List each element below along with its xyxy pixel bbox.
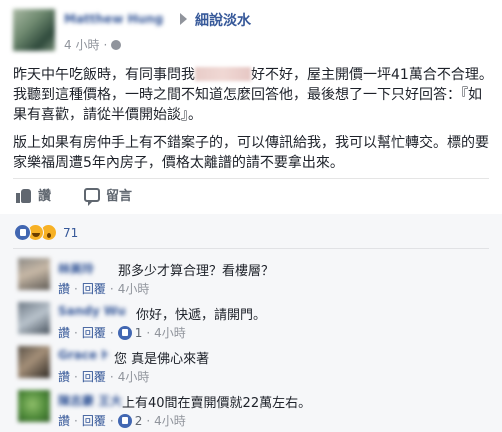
post-paragraph-1: 昨天中午吃飯時，有同事問我 好不好，屋主開價一坪41萬合不合理。我聽到這種價格，一… [13,65,495,125]
post-text: 昨天中午吃飯時，有同事問我 [13,67,195,83]
commenter-avatar[interactable] [18,390,50,422]
like-button[interactable]: 讚 [16,185,51,204]
comment-actions: 讚 · 回覆 · 2 · 4小時 [58,412,186,429]
comment-like-link[interactable]: 讚 [58,412,70,429]
commenter-name[interactable]: Grace Hu [58,348,108,362]
like-reaction-icon [14,224,31,241]
comment-like-link[interactable]: 讚 [58,280,70,297]
commenter-name[interactable]: 林美玲 [58,260,112,274]
comment-reply-link[interactable]: 回覆 [82,324,106,341]
shared-to-arrow-icon [180,13,187,25]
globe-icon[interactable] [111,39,122,50]
comment-bubble-icon [84,187,100,206]
reaction-summary[interactable]: 71 [14,224,78,241]
comment-reply-link[interactable]: 回覆 [82,412,106,429]
comment-label: 留言 [106,189,133,204]
comment-actions: 讚 · 回覆 · 1 · 4小時 [58,324,186,341]
author-avatar[interactable] [13,9,55,51]
comment-time[interactable]: 4小時 [154,324,186,341]
commenter-avatar[interactable] [18,258,50,290]
like-label: 讚 [38,189,52,204]
comment-like-link[interactable]: 讚 [58,368,70,385]
comment-reply-link[interactable]: 回覆 [82,280,106,297]
like-count-icon [117,413,132,428]
comment-actions: 讚 · 回覆 · 4小時 [58,280,150,297]
post-time[interactable]: 4 小時 [64,36,99,53]
comment-reply-link[interactable]: 回覆 [82,368,106,385]
post-meta: 4 小時 · [64,36,122,53]
comment-time[interactable]: 4小時 [118,280,150,297]
divider [13,248,489,249]
comment-text: 您 真是佛心來著 [114,352,210,367]
post-body: 昨天中午吃飯時，有同事問我 好不好，屋主開價一坪41萬合不合理。我聽到這種價格，一… [13,65,495,181]
group-name[interactable]: 細說淡水 [195,10,251,30]
comment-time[interactable]: 4小時 [154,412,186,429]
comment-button[interactable]: 留言 [84,185,133,206]
reaction-count[interactable]: 71 [63,226,78,240]
redacted-text [195,67,251,81]
commenter-avatar[interactable] [18,302,50,334]
comment-like-count[interactable]: 1 [135,326,143,340]
post-paragraph-2: 版上如果有房仲手上有不錯案子的，可以傳訊給我，我可以幫忙轉交。標的要家樂福周遭5… [13,135,489,171]
separator-dot: · [103,37,108,52]
commenter-name[interactable]: Sandy Wu [58,304,128,318]
thumbs-up-icon [16,187,32,203]
comment-text: 你好，快遞，請開門。 [136,308,267,323]
comment-text: 上有40間在賣開價就22萬左右。 [122,396,312,411]
author-name[interactable]: Matthew Hung [64,12,176,27]
commenter-avatar[interactable] [18,346,50,378]
comment-time[interactable]: 4小時 [118,368,150,385]
divider [13,178,489,179]
comment-like-link[interactable]: 讚 [58,324,70,341]
comment-like-count[interactable]: 2 [135,414,143,428]
like-count-icon [117,325,132,340]
comment-text: 那多少才算合理？看樓層？ [118,264,275,279]
comment-actions: 讚 · 回覆 · 4小時 [58,368,150,385]
